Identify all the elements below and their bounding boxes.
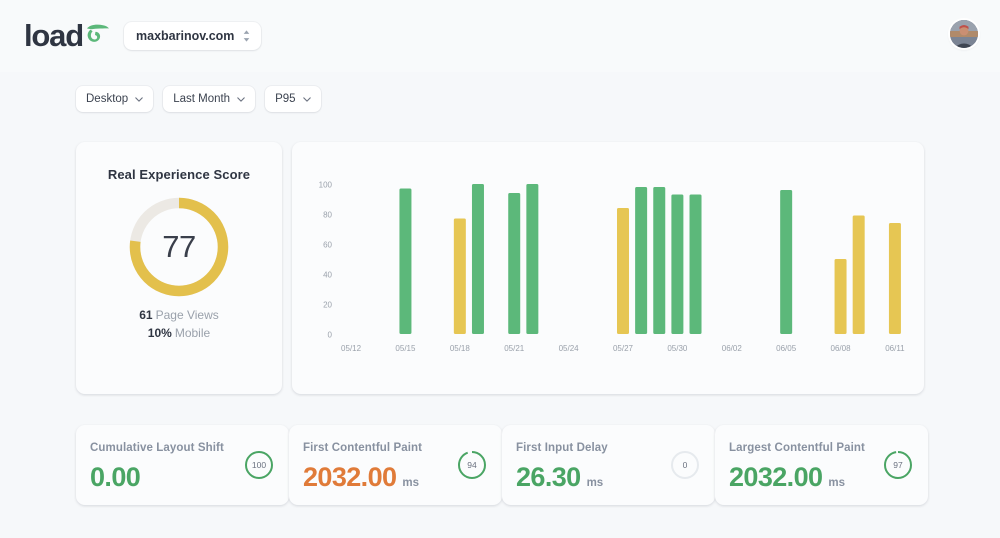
domain-selector[interactable]: maxbarinov.com bbox=[124, 22, 262, 50]
metric-label: First Input Delay bbox=[516, 442, 608, 454]
app-logo: load bbox=[24, 18, 110, 54]
stat-page-views-value: 61 bbox=[139, 308, 153, 322]
bar[interactable] bbox=[671, 194, 684, 335]
y-axis-tick-label: 40 bbox=[323, 271, 332, 280]
stat-mobile-value: 10% bbox=[147, 326, 172, 340]
bar[interactable] bbox=[453, 218, 466, 335]
filter-percentile-label: P95 bbox=[275, 93, 296, 105]
metric-value: 0.00 bbox=[90, 462, 141, 492]
metric-ring-value: 94 bbox=[467, 460, 477, 470]
chevron-down-icon bbox=[237, 96, 245, 102]
domain-selector-value: maxbarinov.com bbox=[136, 29, 235, 43]
filter-device[interactable]: Desktop bbox=[76, 86, 154, 112]
x-axis-tick-label: 06/02 bbox=[722, 344, 743, 353]
metric-score-ring: 0 bbox=[669, 449, 701, 481]
y-axis-tick-label: 20 bbox=[323, 301, 332, 310]
y-axis-tick-label: 60 bbox=[323, 241, 332, 250]
stat-mobile-label: Mobile bbox=[174, 326, 211, 340]
metric-ring-value: 100 bbox=[251, 460, 267, 470]
metric-unit: ms bbox=[828, 477, 846, 489]
bar[interactable] bbox=[852, 215, 865, 335]
chevron-down-icon bbox=[135, 96, 143, 102]
metric-value-group: 26.30 ms bbox=[516, 461, 603, 499]
filter-period[interactable]: Last Month bbox=[163, 86, 256, 112]
metric-card-cumulative-layout-shift[interactable]: Cumulative Layout Shift 0.00 100 bbox=[76, 425, 289, 505]
metric-unit: ms bbox=[402, 477, 420, 489]
y-axis-tick-label: 0 bbox=[328, 331, 333, 340]
metric-card-first-input-delay[interactable]: First Input Delay 26.30 ms 0 bbox=[502, 425, 715, 505]
bar[interactable] bbox=[617, 208, 629, 334]
filter-bar: Desktop Last Month P95 bbox=[76, 86, 321, 112]
selector-up-down-icon bbox=[244, 30, 250, 42]
bar[interactable] bbox=[834, 259, 847, 334]
score-donut-chart: 77 bbox=[127, 195, 231, 299]
x-axis-tick-label: 05/15 bbox=[395, 344, 416, 353]
bar[interactable] bbox=[635, 187, 648, 334]
metric-value: 2032.00 bbox=[729, 462, 823, 492]
real-experience-score-title: Real Experience Score bbox=[107, 167, 251, 182]
real-experience-score-card: Real Experience Score 77 61 Page Views 10… bbox=[76, 142, 282, 394]
x-axis-tick-label: 05/12 bbox=[341, 344, 362, 353]
x-axis-tick-label: 05/27 bbox=[613, 344, 634, 353]
metric-unit: ms bbox=[586, 477, 604, 489]
x-axis-tick-label: 05/18 bbox=[450, 344, 471, 353]
bar[interactable] bbox=[780, 190, 793, 334]
metric-ring-value: 97 bbox=[893, 460, 903, 470]
metric-score-ring: 97 bbox=[882, 449, 914, 481]
sigma-swoosh-icon bbox=[84, 22, 110, 46]
x-axis-tick-label: 05/30 bbox=[667, 344, 688, 353]
score-history-chart-card: 0 20 40 60 80 100 05/12 05/15 05/18 05/21 05/24 05/… bbox=[292, 142, 924, 394]
metric-value-group: 2032.00 ms bbox=[729, 461, 845, 499]
metric-label: First Contentful Paint bbox=[303, 442, 423, 454]
metric-value: 2032.00 bbox=[303, 462, 397, 492]
bar[interactable] bbox=[689, 194, 702, 335]
filter-percentile[interactable]: P95 bbox=[265, 86, 321, 112]
metric-value: 26.30 bbox=[516, 462, 581, 492]
stat-mobile: 10% Mobile bbox=[76, 324, 282, 342]
bar[interactable] bbox=[653, 187, 666, 334]
y-axis-tick-label: 100 bbox=[319, 181, 333, 190]
metric-label: Cumulative Layout Shift bbox=[90, 442, 224, 454]
metric-value-group: 0.00 bbox=[90, 461, 146, 493]
metric-score-ring: 100 bbox=[243, 449, 275, 481]
score-stats: 61 Page Views 10% Mobile bbox=[76, 306, 282, 342]
dashboard-page: load maxbarinov.com Desktop Last Month P… bbox=[0, 0, 1000, 538]
x-axis-tick-label: 06/11 bbox=[885, 344, 905, 353]
bar[interactable] bbox=[508, 193, 521, 334]
score-value: 77 bbox=[162, 229, 196, 264]
chevron-down-icon bbox=[302, 96, 311, 102]
bar[interactable] bbox=[888, 223, 901, 334]
x-axis-tick-label: 05/24 bbox=[559, 344, 580, 353]
stat-page-views: 61 Page Views bbox=[76, 306, 282, 324]
metric-card-first-contentful-paint[interactable]: First Contentful Paint 2032.00 ms 94 bbox=[289, 425, 502, 505]
metric-card-largest-contentful-paint[interactable]: Largest Contentful Paint 2032.00 ms 97 bbox=[715, 425, 928, 505]
metric-ring-value: 0 bbox=[682, 460, 688, 470]
app-header: load maxbarinov.com bbox=[0, 0, 1000, 72]
user-avatar[interactable] bbox=[950, 20, 978, 48]
logo-text: load bbox=[24, 18, 84, 53]
x-axis-tick-label: 05/21 bbox=[504, 344, 525, 353]
bar[interactable] bbox=[399, 188, 412, 335]
bar[interactable] bbox=[526, 184, 539, 334]
filter-device-label: Desktop bbox=[86, 93, 129, 105]
stat-page-views-label: Page Views bbox=[155, 308, 219, 322]
bar-chart-svg: 0 20 40 60 80 100 05/12 05/15 05/18 05/21 05/24 05/… bbox=[319, 181, 906, 354]
metric-score-ring: 94 bbox=[456, 449, 488, 481]
bar-chart: 0 20 40 60 80 100 05/12 05/15 05/18 05/21 05/24 05/… bbox=[292, 142, 924, 394]
x-axis-tick-label: 06/08 bbox=[831, 344, 852, 353]
x-axis-tick-label: 06/05 bbox=[776, 344, 797, 353]
y-axis-tick-label: 80 bbox=[323, 211, 332, 220]
metric-label: Largest Contentful Paint bbox=[729, 442, 865, 454]
filter-period-label: Last Month bbox=[173, 93, 231, 105]
bar[interactable] bbox=[471, 184, 484, 334]
metric-value-group: 2032.00 ms bbox=[303, 461, 419, 499]
